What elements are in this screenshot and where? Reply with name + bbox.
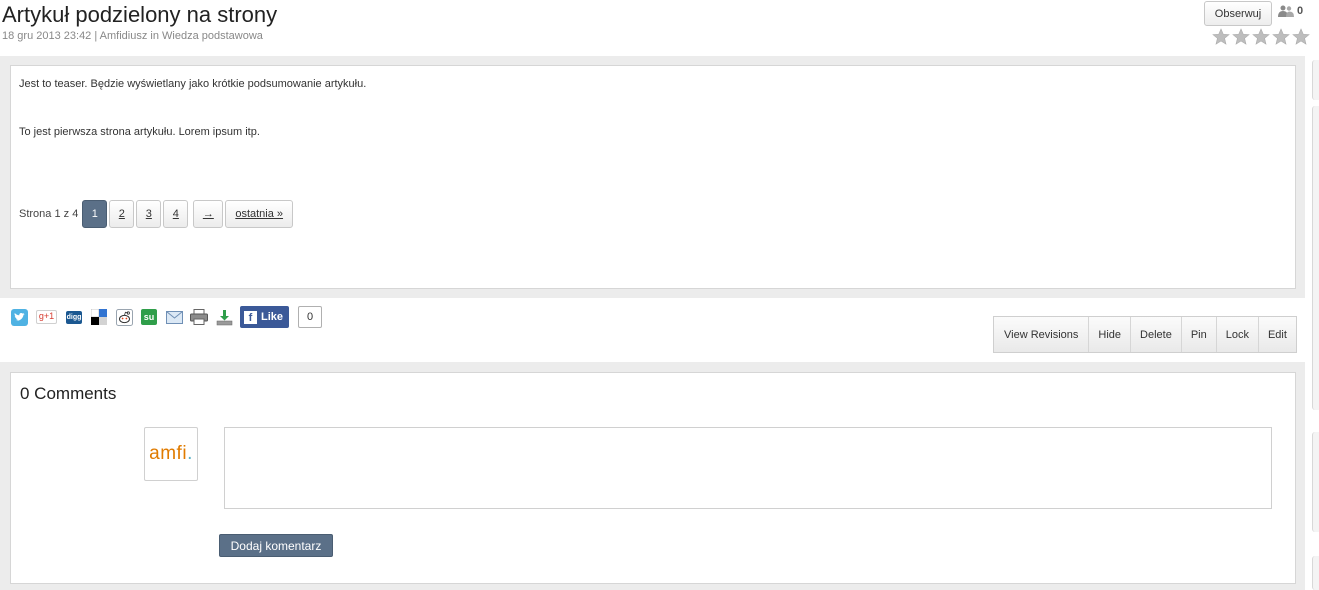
pagination-label: Strona 1 z 4 (19, 208, 79, 220)
avatar: amfi. (144, 427, 198, 481)
star-icon[interactable] (1252, 28, 1270, 46)
reddit-icon[interactable] (115, 308, 133, 326)
edit-button[interactable]: Edit (1257, 317, 1296, 352)
delicious-icon[interactable] (90, 308, 108, 326)
side-panel-edge (1312, 432, 1319, 532)
article-body: To jest pierwsza strona artykułu. Lorem … (19, 126, 260, 138)
google-plus-icon[interactable]: g+1 (35, 308, 58, 326)
followers-count-value: 0 (1297, 5, 1304, 17)
share-bar: g+1 digg su f Like 0 (10, 306, 323, 328)
article-meta: 18 gru 2013 23:42 | Amfidiusz in Wiedza … (2, 30, 263, 42)
star-icon[interactable] (1272, 28, 1290, 46)
facebook-like-label: Like (261, 311, 284, 323)
print-icon[interactable] (190, 308, 208, 326)
pin-button[interactable]: Pin (1180, 317, 1216, 352)
next-page-button[interactable]: → (193, 200, 224, 228)
facebook-like-count: 0 (298, 306, 323, 328)
avatar-logo: amfi. (149, 443, 193, 465)
page-link-3[interactable]: 3 (136, 200, 162, 228)
twitter-icon[interactable] (10, 308, 28, 326)
facebook-icon: f (244, 310, 257, 324)
add-comment-button[interactable]: Dodaj komentarz (219, 534, 333, 557)
download-icon[interactable] (215, 308, 233, 326)
side-panel-edge (1312, 106, 1319, 410)
rating-stars[interactable] (1212, 28, 1310, 46)
moderation-toolbar: View Revisions Hide Delete Pin Lock Edit (993, 316, 1297, 353)
follow-button[interactable]: Obserwuj (1204, 1, 1272, 26)
stumbleupon-label: su (141, 309, 157, 325)
stumbleupon-icon[interactable]: su (140, 308, 158, 326)
page-link-1[interactable]: 1 (82, 200, 108, 228)
side-panel-edge (1312, 556, 1319, 590)
star-icon[interactable] (1232, 28, 1250, 46)
comments-heading: 0 Comments (20, 384, 117, 403)
comment-input[interactable] (224, 427, 1272, 509)
side-panel-edge (1312, 60, 1319, 100)
page-title: Artykuł podzielony na strony (2, 2, 278, 27)
page-link-4[interactable]: 4 (163, 200, 189, 228)
star-icon[interactable] (1292, 28, 1310, 46)
page-link-2[interactable]: 2 (109, 200, 135, 228)
view-revisions-button[interactable]: View Revisions (994, 317, 1088, 352)
hide-button[interactable]: Hide (1088, 317, 1130, 352)
star-icon[interactable] (1212, 28, 1230, 46)
followers-count: 0 (1278, 5, 1303, 17)
google-plus-label: g+1 (35, 310, 58, 324)
avatar-logo-text: amfi (149, 443, 188, 464)
avatar-logo-dot: . (187, 443, 193, 464)
lock-button[interactable]: Lock (1215, 317, 1258, 352)
pagination: Strona 1 z 4 1 2 3 4 → ostatnia » (19, 200, 294, 228)
delete-button[interactable]: Delete (1130, 317, 1181, 352)
users-icon (1278, 5, 1294, 17)
facebook-like-button[interactable]: f Like (240, 306, 290, 328)
article-panel (10, 65, 1296, 289)
last-page-button[interactable]: ostatnia » (225, 200, 294, 228)
digg-label: digg (65, 310, 83, 324)
digg-icon[interactable]: digg (65, 308, 83, 326)
article-teaser: Jest to teaser. Będzie wyświetlany jako … (19, 78, 367, 90)
email-icon[interactable] (165, 308, 183, 326)
